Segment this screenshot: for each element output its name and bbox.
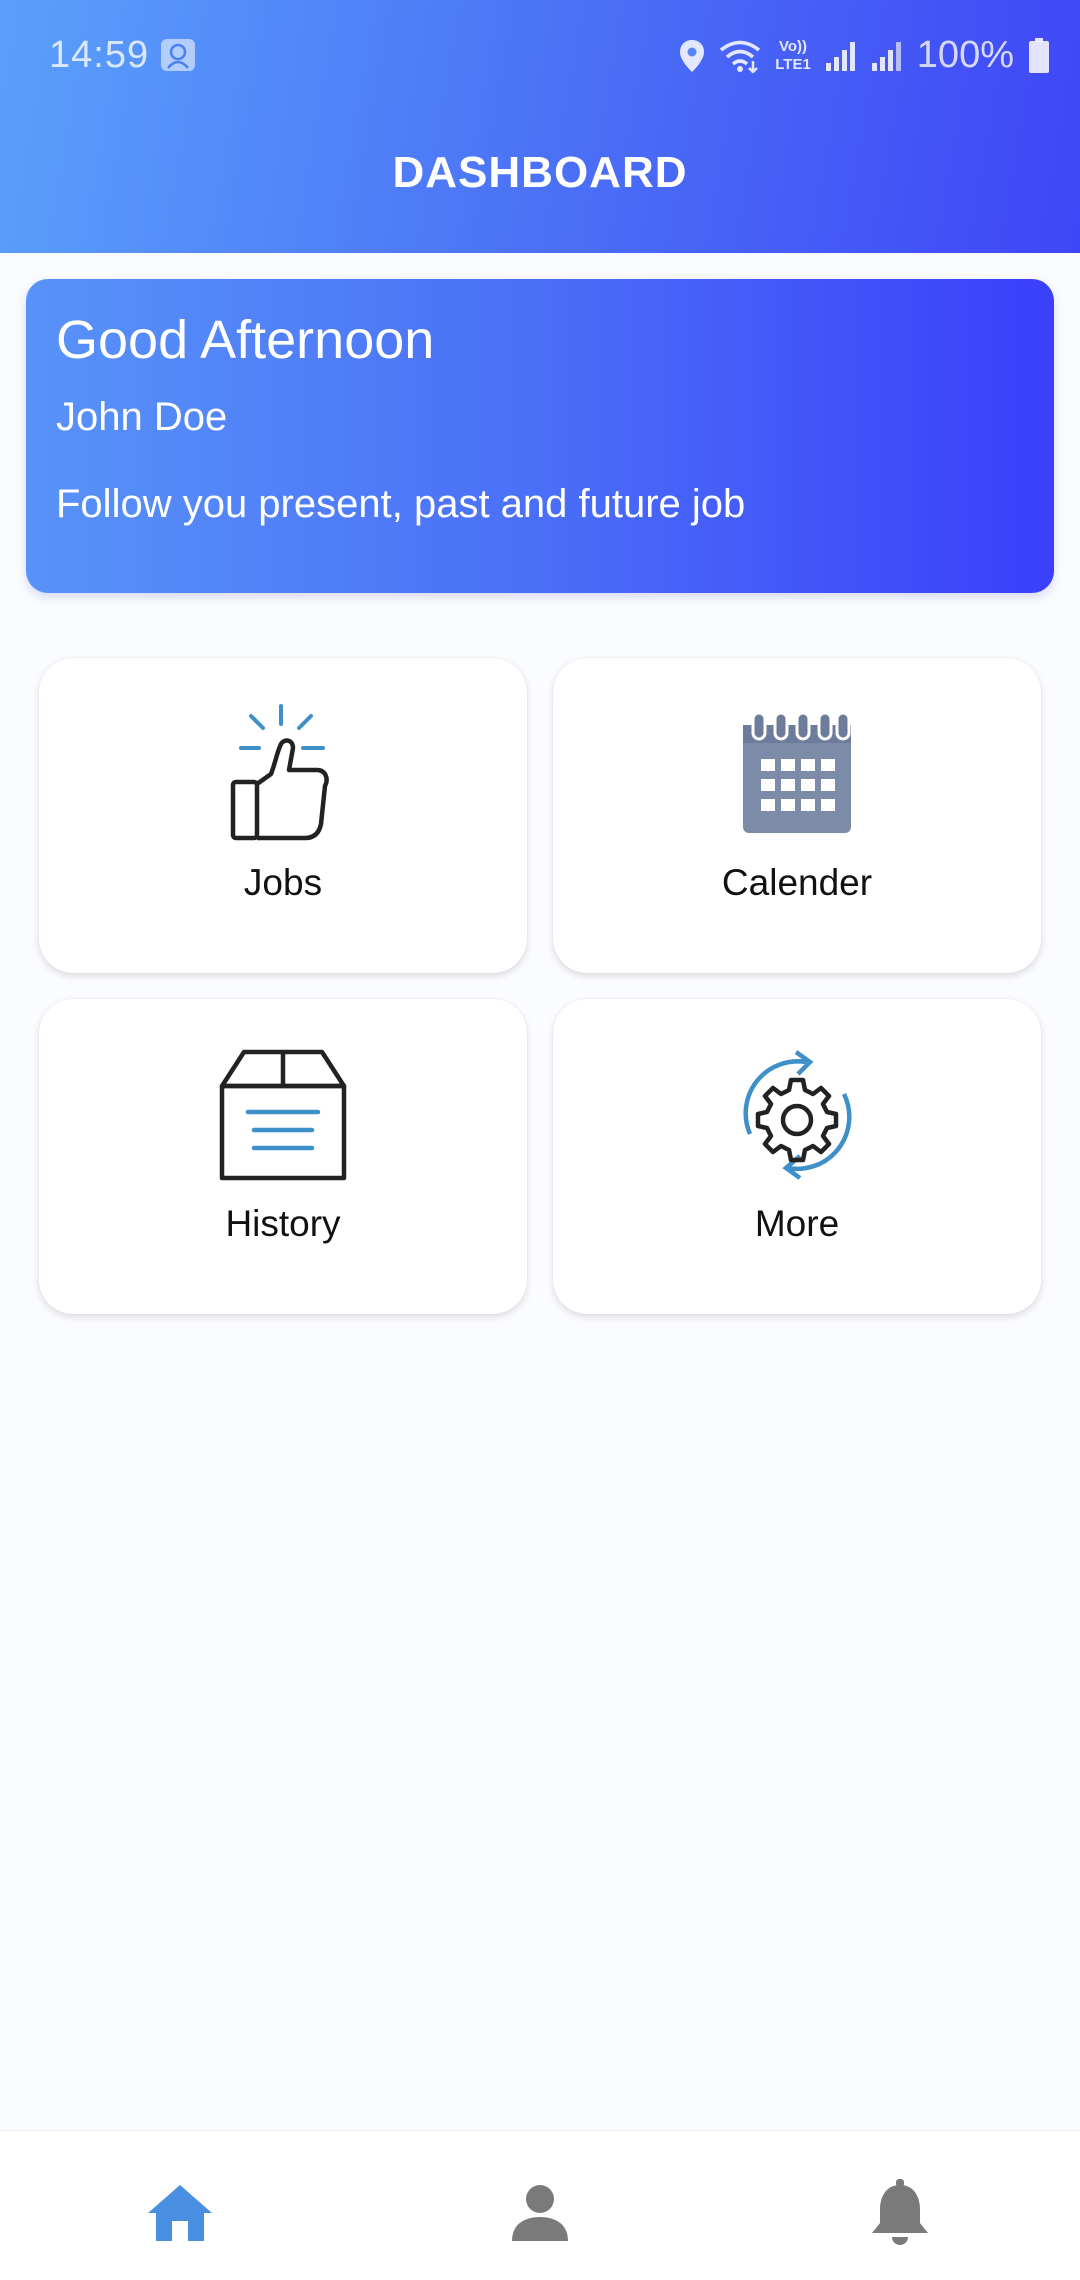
location-icon [679,39,705,73]
dashboard-grid: Jobs Calender History More [39,658,1041,1314]
gear-refresh-icon [727,1045,867,1185]
nav-notifications[interactable] [860,2175,940,2255]
calendar-tile-label: Calender [721,862,873,903]
network-label-top: Vo)) [778,38,808,55]
history-tile-label: History [225,1203,341,1244]
history-tile[interactable]: History [39,999,527,1314]
archive-box-icon [213,1045,353,1185]
status-time: 14:59 [49,34,150,76]
signal-icon [825,41,857,71]
thumbs-up-icon [213,704,353,844]
status-bar: 14:59 Vo)) LTE1 100% [0,0,1080,112]
status-right-group: Vo)) LTE1 100% [679,34,1050,77]
battery-icon [1028,37,1050,74]
more-tile[interactable]: More [553,999,1041,1314]
bottom-navigation [0,2130,1080,2280]
network-type-label: Vo)) LTE1 [775,39,811,72]
app-header: 14:59 Vo)) LTE1 100% DASHBOARD [0,0,1080,253]
battery-percent: 100% [916,34,1014,76]
calendar-icon [727,704,867,844]
greeting-subtitle: Follow you present, past and future job [56,482,746,526]
nav-profile[interactable] [500,2175,580,2255]
greeting-card: Good Afternoon John Doe Follow you prese… [26,279,1054,593]
jobs-tile[interactable]: Jobs [39,658,527,973]
more-tile-label: More [754,1203,840,1244]
wifi-icon [719,39,761,73]
page-title: DASHBOARD [392,148,688,197]
jobs-tile-label: Jobs [243,862,323,903]
nav-home[interactable] [140,2175,220,2255]
app-notification-icon [160,38,196,72]
bell-icon [870,2178,930,2252]
calendar-tile[interactable]: Calender [553,658,1041,973]
signal-icon-secondary [871,41,903,71]
greeting-title: Good Afternoon [56,310,435,370]
network-label-bottom: LTE1 [775,56,811,73]
home-icon [146,2183,214,2248]
profile-icon [510,2183,570,2248]
user-name: John Doe [56,395,228,439]
